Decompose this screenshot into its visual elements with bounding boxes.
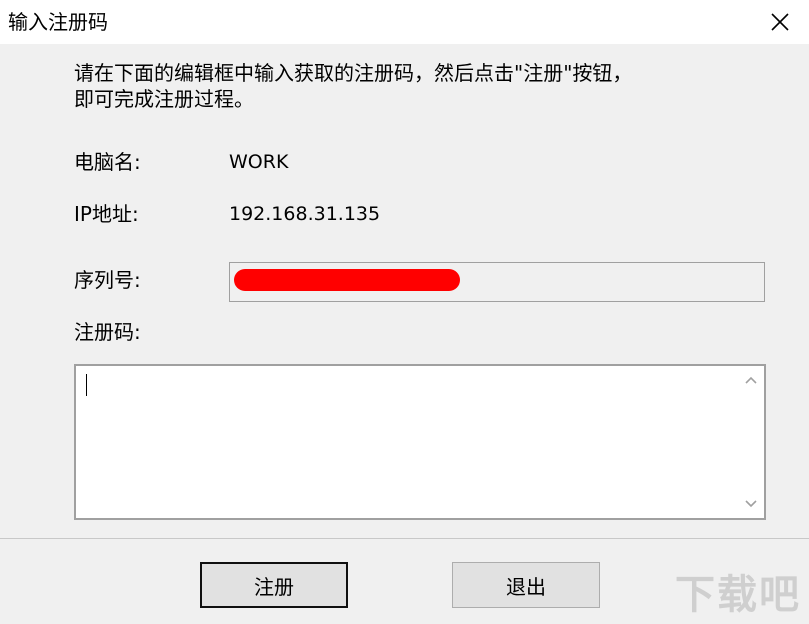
chevron-up-icon [745,376,757,384]
watermark-logo: 下载吧 [675,572,801,618]
scroll-down-button[interactable] [738,492,764,516]
text-caret [86,374,87,396]
serial-number-field[interactable] [229,262,765,302]
close-icon [771,13,789,31]
computer-name-value: WORK [229,151,289,173]
computer-name-label: 电脑名: [74,150,141,174]
dialog-body: 请在下面的编辑框中输入获取的注册码，然后点击"注册"按钮， 即可完成注册过程。 … [0,44,809,624]
instructions: 请在下面的编辑框中输入获取的注册码，然后点击"注册"按钮， 即可完成注册过程。 [74,60,774,112]
window-title: 输入注册码 [8,10,108,34]
exit-button[interactable]: 退出 [452,562,600,608]
registration-code-input[interactable] [74,364,766,520]
registration-code-label: 注册码: [74,320,141,344]
serial-number-label: 序列号: [74,268,141,292]
redaction-mark [234,269,460,291]
ip-address-value: 192.168.31.135 [229,203,381,225]
register-button[interactable]: 注册 [200,562,348,608]
scroll-up-button[interactable] [738,368,764,392]
close-button[interactable] [751,0,809,44]
instruction-line-2: 即可完成注册过程。 [74,87,254,111]
footer-separator [0,538,809,539]
ip-address-label: IP地址: [74,202,139,226]
chevron-down-icon [745,500,757,508]
vertical-scrollbar[interactable] [738,366,764,518]
instruction-line-1: 请在下面的编辑框中输入获取的注册码，然后点击"注册"按钮， [74,61,633,85]
title-bar: 输入注册码 [0,0,809,44]
